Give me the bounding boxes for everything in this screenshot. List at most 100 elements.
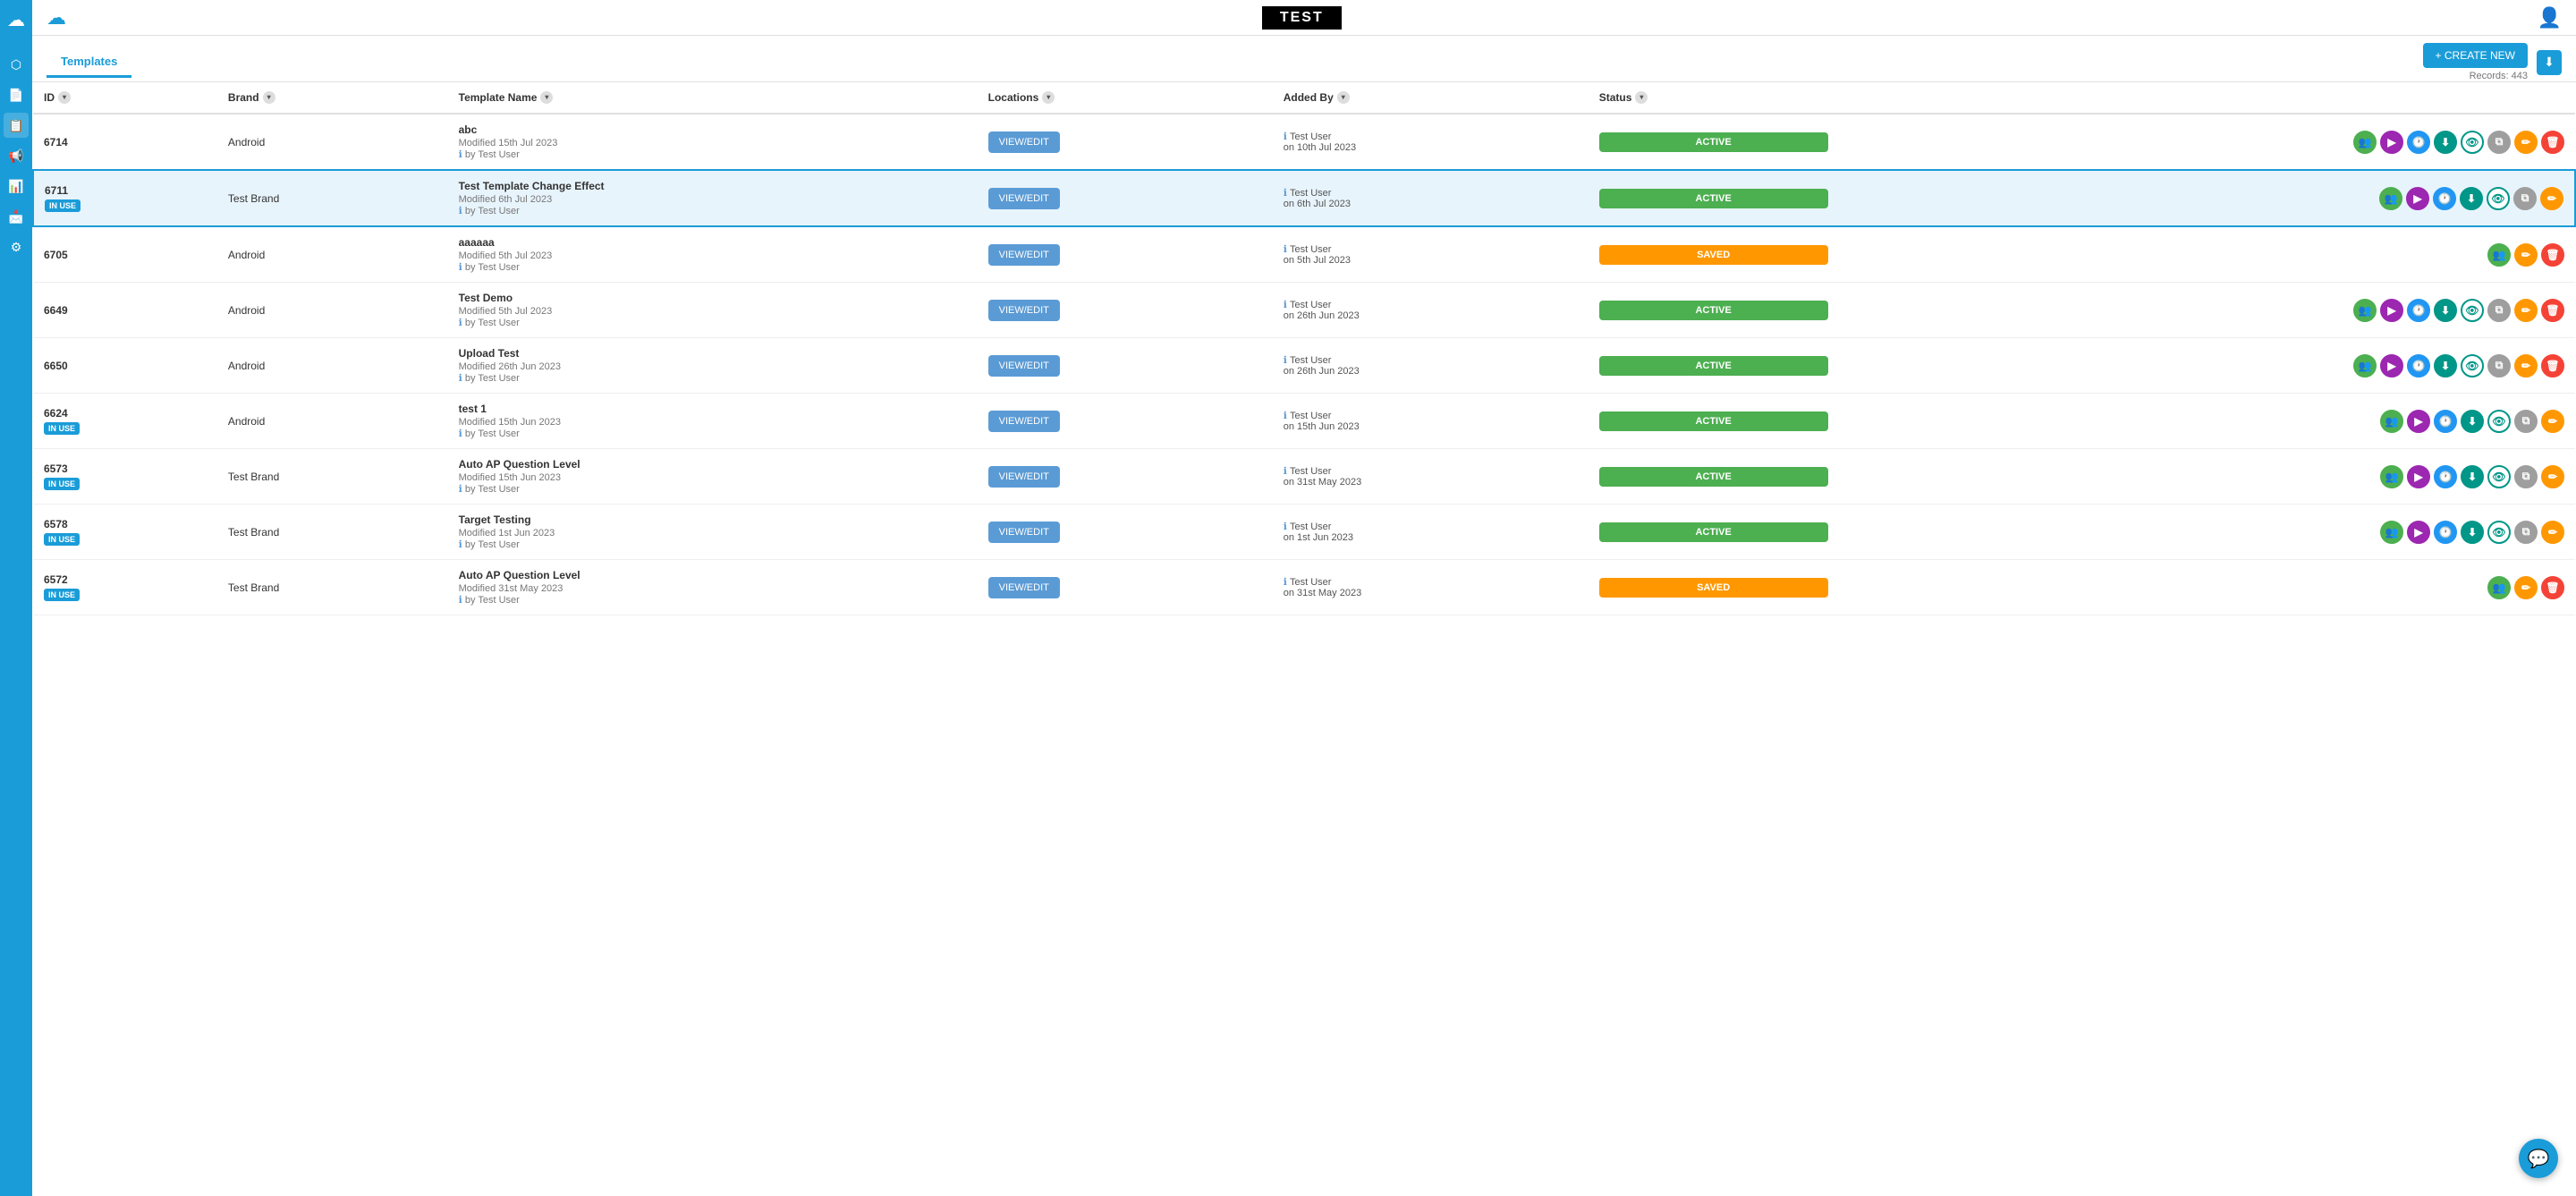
eye-action-icon[interactable]: 👁	[2461, 299, 2484, 322]
clock-action-icon[interactable]: 🕐	[2407, 131, 2430, 154]
sidebar-item-apps[interactable]: ⬡	[4, 52, 29, 77]
group-action-icon[interactable]: 👥	[2380, 410, 2403, 433]
eye-action-icon[interactable]: 👁	[2461, 131, 2484, 154]
eye-action-icon[interactable]: 👁	[2461, 354, 2484, 377]
group-action-icon[interactable]: 👥	[2353, 299, 2377, 322]
view-edit-button[interactable]: VIEW/EDIT	[988, 522, 1060, 543]
sidebar-item-settings[interactable]: ⚙	[4, 234, 29, 259]
clock-action-icon[interactable]: 🕐	[2434, 465, 2457, 488]
eye-action-icon[interactable]: 👁	[2487, 187, 2510, 210]
user-avatar[interactable]: 👤	[2538, 6, 2562, 30]
sort-template-name[interactable]: ▾	[540, 91, 553, 104]
eye-action-icon[interactable]: 👁	[2487, 410, 2511, 433]
edit-action-icon[interactable]: ✏	[2541, 410, 2564, 433]
view-edit-button[interactable]: VIEW/EDIT	[988, 411, 1060, 432]
delete-action-icon[interactable]: 🗑	[2541, 576, 2564, 599]
group-action-icon[interactable]: 👥	[2353, 354, 2377, 377]
sort-status[interactable]: ▾	[1635, 91, 1648, 104]
sidebar-item-documents[interactable]: 📄	[4, 82, 29, 107]
download-action-icon[interactable]: ⬇	[2461, 410, 2484, 433]
col-actions	[1839, 82, 2576, 114]
view-edit-button[interactable]: VIEW/EDIT	[988, 355, 1060, 377]
edit-action-icon[interactable]: ✏	[2540, 187, 2563, 210]
view-edit-button[interactable]: VIEW/EDIT	[988, 300, 1060, 321]
view-edit-button[interactable]: VIEW/EDIT	[988, 188, 1060, 209]
download-action-icon[interactable]: ⬇	[2434, 354, 2457, 377]
chat-bubble[interactable]: 💬	[2519, 1139, 2558, 1178]
copy-action-icon[interactable]: ⧉	[2514, 521, 2538, 544]
copy-action-icon[interactable]: ⧉	[2514, 465, 2538, 488]
eye-action-icon[interactable]: 👁	[2487, 521, 2511, 544]
play-action-icon[interactable]: ▶	[2407, 465, 2430, 488]
download-action-icon[interactable]: ⬇	[2460, 187, 2483, 210]
row-id: 6572	[44, 573, 207, 586]
play-action-icon[interactable]: ▶	[2380, 299, 2403, 322]
sort-brand[interactable]: ▾	[263, 91, 275, 104]
edit-action-icon[interactable]: ✏	[2514, 299, 2538, 322]
edit-action-icon[interactable]: ✏	[2541, 521, 2564, 544]
edit-action-icon[interactable]: ✏	[2514, 576, 2538, 599]
delete-action-icon[interactable]: 🗑	[2541, 131, 2564, 154]
play-action-icon[interactable]: ▶	[2407, 410, 2430, 433]
locations-cell: VIEW/EDIT	[978, 226, 1273, 283]
download-action-icon[interactable]: ⬇	[2434, 299, 2457, 322]
sort-added-by[interactable]: ▾	[1337, 91, 1350, 104]
eye-action-icon[interactable]: 👁	[2487, 465, 2511, 488]
group-action-icon[interactable]: 👥	[2380, 465, 2403, 488]
group-action-icon[interactable]: 👥	[2379, 187, 2402, 210]
edit-action-icon[interactable]: ✏	[2514, 243, 2538, 267]
play-action-icon[interactable]: ▶	[2380, 131, 2403, 154]
edit-action-icon[interactable]: ✏	[2541, 465, 2564, 488]
added-by-user: Test User	[1290, 300, 1331, 310]
view-edit-button[interactable]: VIEW/EDIT	[988, 466, 1060, 488]
sidebar-item-templates[interactable]: 📋	[4, 113, 29, 138]
copy-action-icon[interactable]: ⧉	[2487, 299, 2511, 322]
play-action-icon[interactable]: ▶	[2406, 187, 2429, 210]
added-by-user: Test User	[1290, 131, 1331, 142]
copy-action-icon[interactable]: ⧉	[2487, 131, 2511, 154]
group-action-icon[interactable]: 👥	[2353, 131, 2377, 154]
sort-locations[interactable]: ▾	[1042, 91, 1055, 104]
status-cell: ACTIVE	[1589, 338, 1839, 394]
delete-action-icon[interactable]: 🗑	[2541, 354, 2564, 377]
info-icon: ℹ	[459, 595, 462, 606]
in-use-badge: IN USE	[44, 422, 80, 435]
id-cell: 6650	[33, 338, 217, 394]
play-action-icon[interactable]: ▶	[2380, 354, 2403, 377]
clock-action-icon[interactable]: 🕐	[2407, 299, 2430, 322]
row-id: 6714	[44, 136, 207, 148]
view-edit-button[interactable]: VIEW/EDIT	[988, 131, 1060, 153]
copy-action-icon[interactable]: ⧉	[2514, 410, 2538, 433]
download-action-icon[interactable]: ⬇	[2461, 465, 2484, 488]
copy-action-icon[interactable]: ⧉	[2513, 187, 2537, 210]
play-action-icon[interactable]: ▶	[2407, 521, 2430, 544]
download-action-icon[interactable]: ⬇	[2461, 521, 2484, 544]
sort-id[interactable]: ▾	[58, 91, 71, 104]
clock-action-icon[interactable]: 🕐	[2434, 410, 2457, 433]
sidebar-item-campaigns[interactable]: 📢	[4, 143, 29, 168]
id-cell: 6573 IN USE	[33, 449, 217, 505]
status-badge: ACTIVE	[1599, 356, 1828, 376]
view-edit-button[interactable]: VIEW/EDIT	[988, 577, 1060, 598]
group-action-icon[interactable]: 👥	[2487, 243, 2511, 267]
delete-action-icon[interactable]: 🗑	[2541, 299, 2564, 322]
delete-action-icon[interactable]: 🗑	[2541, 243, 2564, 267]
download-action-icon[interactable]: ⬇	[2434, 131, 2457, 154]
download-button[interactable]: ⬇	[2537, 50, 2562, 75]
tab-templates[interactable]: Templates	[47, 47, 131, 78]
edit-action-icon[interactable]: ✏	[2514, 131, 2538, 154]
group-action-icon[interactable]: 👥	[2380, 521, 2403, 544]
edit-action-icon[interactable]: ✏	[2514, 354, 2538, 377]
create-new-button[interactable]: + CREATE NEW	[2423, 43, 2528, 68]
sidebar-item-messages[interactable]: 📩	[4, 204, 29, 229]
clock-action-icon[interactable]: 🕐	[2434, 521, 2457, 544]
clock-action-icon[interactable]: 🕐	[2407, 354, 2430, 377]
view-edit-button[interactable]: VIEW/EDIT	[988, 244, 1060, 266]
template-name-cell: test 1 Modified 15th Jun 2023 ℹ by Test …	[448, 394, 978, 449]
copy-action-icon[interactable]: ⧉	[2487, 354, 2511, 377]
status-cell: ACTIVE	[1589, 170, 1839, 226]
sidebar-item-analytics[interactable]: 📊	[4, 174, 29, 199]
group-action-icon[interactable]: 👥	[2487, 576, 2511, 599]
clock-action-icon[interactable]: 🕐	[2433, 187, 2456, 210]
status-badge: ACTIVE	[1599, 522, 1828, 542]
